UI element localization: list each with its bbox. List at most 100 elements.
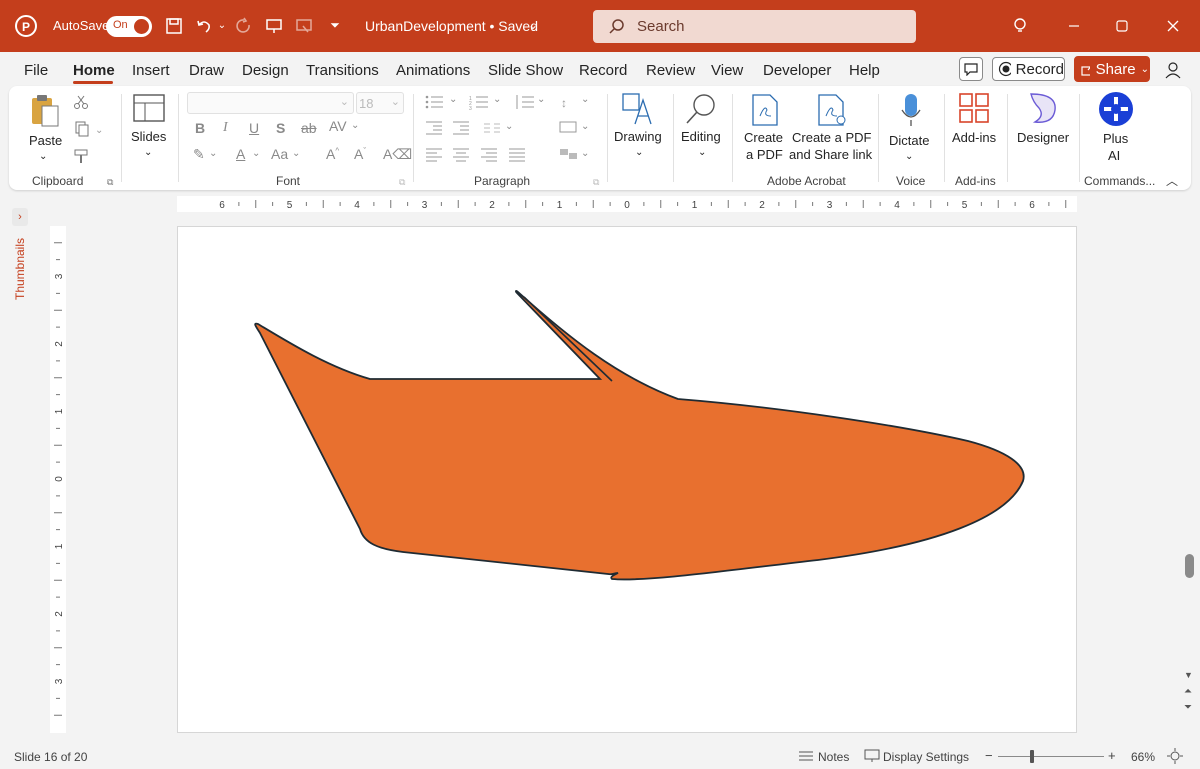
designer-label[interactable]: Designer [1017,129,1069,146]
slides-layout-icon[interactable] [133,94,165,125]
thumbnails-label[interactable]: Thumbnails [13,234,27,304]
increase-font-icon[interactable]: A^ [326,146,339,162]
slides-label[interactable]: Slides [131,128,166,145]
title-dropdown-icon[interactable]: ⌄ [528,18,538,32]
font-launcher-icon[interactable]: ⧉ [399,177,405,188]
display-settings-button[interactable]: Display Settings [883,750,969,764]
copy-dropdown-icon[interactable]: ⌄ [95,122,103,139]
change-case-dropdown-icon[interactable]: ⌄ [292,148,300,159]
zoom-slider-thumb[interactable] [1030,750,1034,763]
columns-dropdown-icon[interactable]: ⌄ [505,121,513,132]
zoom-level[interactable]: 66% [1131,750,1155,764]
tab-animations[interactable]: Animations [396,62,470,79]
plus-ai-label-2[interactable]: AI [1108,147,1120,164]
smartart-dropdown-icon[interactable]: ⌄ [581,148,589,159]
zoom-in-icon[interactable]: + [1108,748,1116,763]
present-icon[interactable] [264,16,284,36]
decrease-font-icon[interactable]: Aˇ [354,146,366,162]
slides-dropdown-icon[interactable]: ⌄ [144,144,152,161]
coauthor-icon[interactable] [1163,59,1185,81]
line-spacing-icon[interactable] [514,94,536,113]
scroll-down-icon[interactable]: ▼ [1184,670,1193,680]
lightbulb-icon[interactable] [1010,16,1030,36]
microphone-icon[interactable] [901,92,921,131]
create-pdf-label-2[interactable]: a PDF [746,146,783,163]
slide-counter[interactable]: Slide 16 of 20 [14,750,87,764]
plus-ai-logo-icon[interactable] [1098,91,1134,130]
editing-search-icon[interactable] [684,92,718,129]
create-share-label-2[interactable]: and Share link [789,146,872,163]
notes-button[interactable]: Notes [818,750,849,764]
clear-formatting-icon[interactable]: A⌫ [383,146,412,163]
dictate-label[interactable]: Dictate [889,132,929,149]
drawing-dropdown-icon[interactable]: ⌄ [635,144,643,161]
plus-ai-label-1[interactable]: Plus [1103,130,1128,147]
close-icon[interactable] [1163,16,1183,36]
previous-slide-icon[interactable]: ⏶ [1184,686,1192,697]
increase-indent-icon[interactable] [452,121,470,138]
align-right-icon[interactable] [480,148,498,165]
tab-review[interactable]: Review [646,62,695,79]
share-button[interactable]: Share ⌄ [1074,56,1150,82]
align-text-dropdown-icon[interactable]: ⌄ [581,121,589,132]
tab-view[interactable]: View [711,62,743,79]
text-direction-dropdown-icon[interactable]: ⌄ [581,94,589,105]
maximize-icon[interactable] [1112,16,1132,36]
numbering-dropdown-icon[interactable]: ⌄ [493,94,501,105]
zoom-slider-track[interactable] [998,756,1104,757]
tab-design[interactable]: Design [242,62,289,79]
display-settings-icon[interactable] [864,749,880,766]
highlight-dropdown-icon[interactable]: ⌄ [209,148,217,159]
zoom-out-icon[interactable]: − [985,748,993,763]
line-spacing-dropdown-icon[interactable]: ⌄ [537,94,545,105]
copy-icon[interactable] [73,121,89,140]
fit-to-window-icon[interactable] [1167,748,1183,767]
highlight-icon[interactable]: ✎ [193,146,205,163]
undo-icon[interactable] [194,16,214,36]
smartart-icon[interactable] [559,146,579,165]
paste-label[interactable]: Paste [29,132,62,149]
paste-dropdown-icon[interactable]: ⌄ [39,148,47,165]
drawing-icon[interactable] [621,92,655,129]
font-family-select[interactable]: ⌄ [187,92,354,114]
search-box[interactable]: Search [593,10,916,43]
notes-icon[interactable] [798,749,814,766]
create-share-label-1[interactable]: Create a PDF [792,129,871,146]
drawing-label[interactable]: Drawing [614,128,662,145]
numbering-icon[interactable]: 123 [469,94,491,113]
addins-label[interactable]: Add-ins [952,129,996,146]
bold-icon[interactable]: B [195,120,205,136]
tab-home[interactable]: Home [73,62,115,79]
create-pdf-icon[interactable] [751,94,779,129]
bullets-icon[interactable] [425,94,447,113]
create-share-pdf-icon[interactable] [817,94,847,129]
undo-dropdown-icon[interactable]: ⌄ [216,18,228,32]
create-pdf-label-1[interactable]: Create [744,129,783,146]
vertical-scrollbar[interactable]: ▼ ⏶ ⏷ [1184,200,1196,740]
paragraph-launcher-icon[interactable]: ⧉ [593,177,599,188]
tab-record[interactable]: Record [579,62,627,79]
tab-help[interactable]: Help [849,62,880,79]
editing-dropdown-icon[interactable]: ⌄ [698,144,706,161]
format-painter-icon[interactable] [73,148,89,167]
justify-icon[interactable] [508,148,526,165]
align-center-icon[interactable] [452,148,470,165]
customize-toolbar-icon[interactable]: ⏷ [328,18,342,32]
character-spacing-icon[interactable]: AV [329,118,347,134]
airplane-freeform-shape[interactable] [254,290,1025,581]
save-icon[interactable] [164,16,184,36]
expand-thumbnails-icon[interactable]: › [12,208,28,226]
next-slide-icon[interactable]: ⏷ [1184,702,1192,713]
decrease-indent-icon[interactable] [425,121,443,138]
document-title[interactable]: UrbanDevelopment • Saved [365,18,538,34]
slide-canvas[interactable] [177,226,1077,733]
font-size-select[interactable]: 18 ⌄ [356,92,404,114]
paste-icon[interactable] [28,92,62,130]
align-left-icon[interactable] [425,148,443,165]
underline-icon[interactable]: U [249,120,259,136]
tab-transitions[interactable]: Transitions [306,62,379,79]
collapse-ribbon-icon[interactable]: ︿ [1166,172,1178,189]
columns-icon[interactable] [483,121,501,138]
editing-label[interactable]: Editing [681,128,721,145]
designer-icon[interactable] [1027,92,1059,129]
